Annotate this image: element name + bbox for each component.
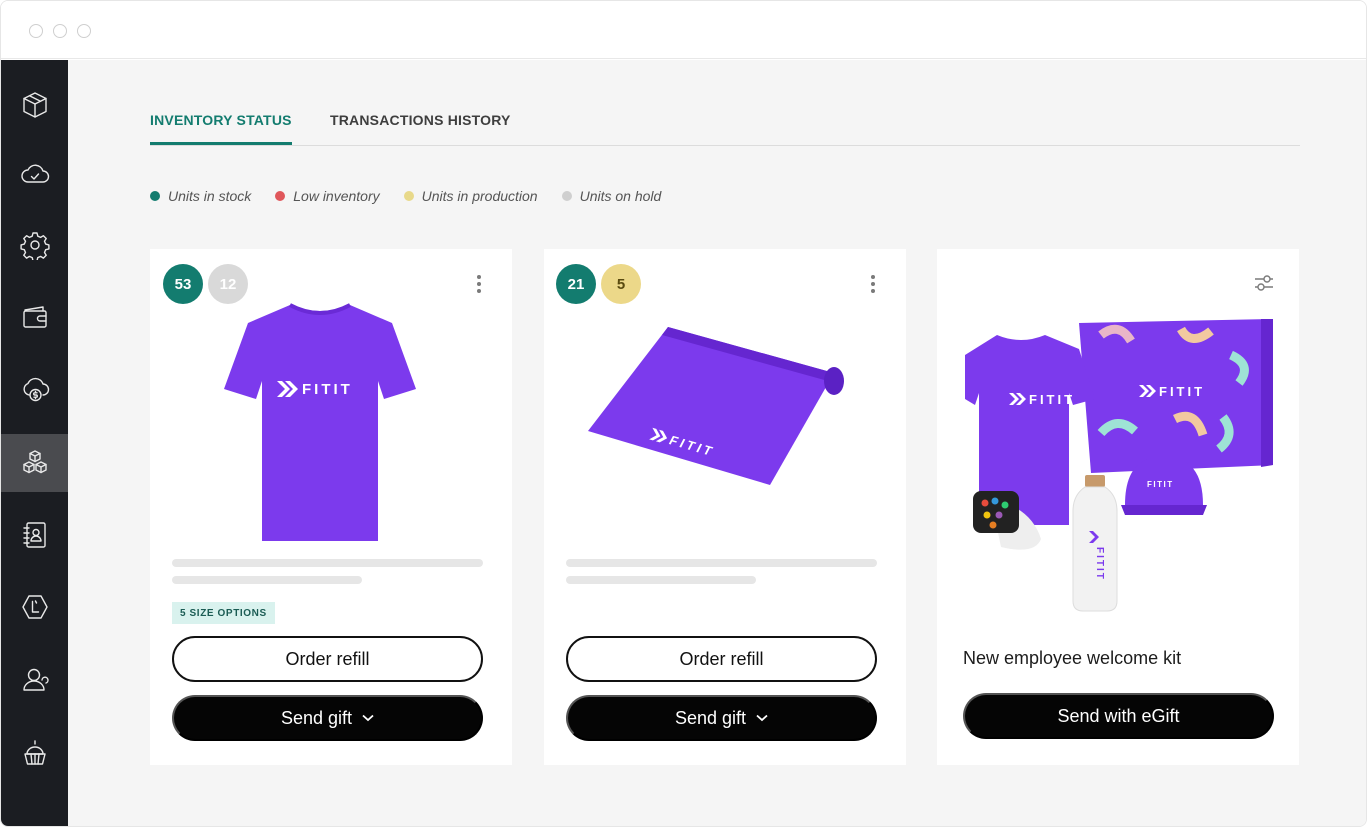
sidebar-item-celebrations[interactable] — [1, 724, 68, 782]
product-card-tshirt: 53 12 FITIT 5 SIZE OPTIONS Order refill … — [150, 249, 512, 765]
tab-transactions-history[interactable]: TRANSACTIONS HISTORY — [330, 112, 511, 142]
gear-icon — [19, 232, 50, 260]
legend-dot — [150, 191, 160, 201]
sidebar — [1, 60, 68, 827]
send-gift-label: Send gift — [280, 707, 353, 728]
in-stock-badge: 53 — [163, 264, 203, 304]
skeleton-line — [566, 559, 877, 567]
window-minimize-button[interactable] — [53, 24, 67, 38]
sidebar-item-settings[interactable] — [1, 216, 68, 274]
bottle-logo-text: FITIT — [1094, 547, 1105, 581]
order-refill-button[interactable]: Order refill — [172, 636, 483, 682]
order-refill-button[interactable]: Order refill — [566, 636, 877, 682]
sidebar-item-levels[interactable] — [1, 578, 68, 636]
tab-bar: INVENTORY STATUS TRANSACTIONS HISTORY — [150, 100, 1300, 146]
skeleton-line — [172, 576, 362, 584]
sidebar-item-billing[interactable] — [1, 360, 68, 418]
box-icon — [22, 92, 47, 118]
legend-dot — [275, 191, 286, 201]
tab-inventory-status[interactable]: INVENTORY STATUS — [150, 112, 292, 145]
kit-title: New employee welcome kit — [963, 648, 1182, 668]
hexagon-badge-icon — [21, 595, 48, 619]
sidebar-item-more[interactable] — [1, 798, 68, 827]
legend-dot — [561, 191, 572, 201]
cap-logo-text: FITIT — [1147, 480, 1174, 489]
skeleton-line — [566, 576, 756, 584]
in-production-badge: 5 — [601, 264, 641, 304]
send-gift-label: Send gift — [674, 707, 747, 728]
welcome-kit-card: FITIT FITIT FITIT FITIT New employee wel… — [937, 249, 1299, 765]
chevron-down-icon — [362, 714, 374, 722]
cloud-check-icon — [20, 164, 49, 183]
size-options-tag: 5 SIZE OPTIONS — [172, 602, 275, 624]
window-maximize-button[interactable] — [77, 24, 91, 38]
sidebar-item-wallet[interactable] — [1, 288, 68, 346]
send-with-egift-button[interactable]: Send with eGift — [963, 693, 1274, 739]
send-gift-button[interactable]: Send gift — [172, 695, 483, 741]
more-options-icon[interactable] — [865, 275, 881, 295]
brand-logo-text: FITIT — [302, 381, 353, 398]
welcome-kit-image: FITIT FITIT FITIT FITIT — [965, 319, 1273, 612]
skeleton-line — [172, 559, 483, 567]
main-content: INVENTORY STATUS TRANSACTIONS HISTORY Un… — [68, 60, 1366, 826]
sidebar-item-cloud[interactable] — [1, 146, 68, 204]
legend: Units in stock Low inventory Units in pr… — [150, 188, 661, 204]
sidebar-item-inventory[interactable] — [1, 434, 68, 492]
box-logo-text: FITIT — [1159, 384, 1205, 399]
window-close-button[interactable] — [29, 24, 43, 38]
legend-label: Low inventory — [293, 188, 380, 204]
more-options-icon[interactable] — [471, 275, 487, 295]
in-stock-badge: 21 — [556, 264, 596, 304]
legend-item-in-stock: Units in stock — [150, 188, 251, 204]
product-card-yoga-mat: 21 5 FITIT Order refill Send gift — [544, 249, 906, 765]
legend-item-low-inventory: Low inventory — [275, 188, 380, 204]
legend-item-on-hold: Units on hold — [561, 188, 662, 204]
legend-item-in-production: Units in production — [403, 188, 538, 204]
filter-sliders-icon[interactable] — [1253, 273, 1275, 293]
boxes-stack-icon — [22, 450, 47, 474]
app-window: INVENTORY STATUS TRANSACTIONS HISTORY Un… — [0, 0, 1367, 827]
sidebar-item-products[interactable] — [1, 76, 68, 134]
contact-book-icon — [22, 522, 46, 548]
sidebar-item-users[interactable] — [1, 650, 68, 708]
send-gift-button[interactable]: Send gift — [566, 695, 877, 741]
wallet-icon — [22, 306, 47, 328]
chevron-down-icon — [756, 714, 768, 722]
tshirt-image: FITIT — [224, 303, 416, 541]
user-icon — [22, 668, 49, 691]
tee-logo-text: FITIT — [1029, 392, 1075, 407]
cloud-dollar-icon — [22, 377, 49, 402]
folder-icon — [20, 812, 50, 827]
cupcake-icon — [23, 740, 46, 765]
legend-label: Units on hold — [579, 188, 662, 204]
legend-dot — [403, 191, 414, 201]
yoga-mat-image: FITIT — [588, 327, 844, 485]
legend-label: Units in stock — [168, 188, 252, 204]
title-bar — [1, 1, 1366, 59]
legend-label: Units in production — [421, 188, 538, 204]
sidebar-item-contacts[interactable] — [1, 506, 68, 564]
